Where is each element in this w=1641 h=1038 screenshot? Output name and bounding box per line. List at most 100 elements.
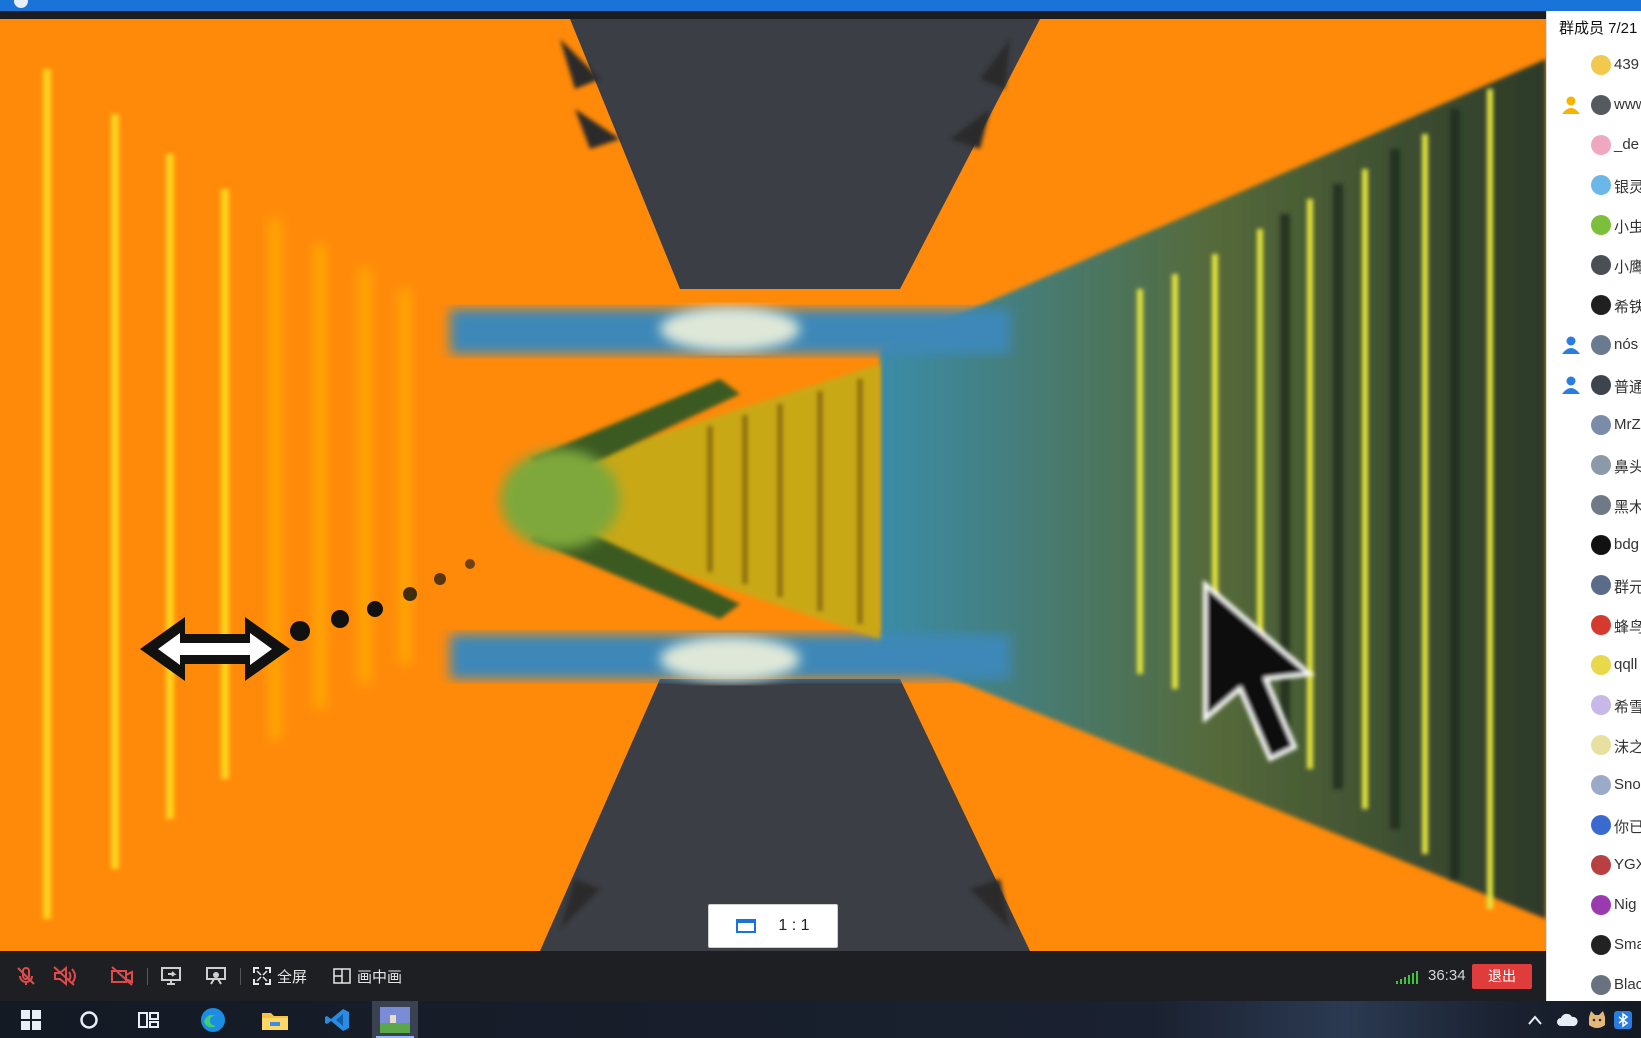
game-app-button[interactable] — [372, 1001, 418, 1038]
member-name: 小鹰 — [1614, 259, 1641, 276]
camera-toggle-button[interactable] — [110, 951, 134, 1001]
member-avatar — [1591, 55, 1611, 75]
member-name: 黑木 — [1614, 499, 1641, 516]
member-name: 439 — [1614, 56, 1640, 73]
member-avatar — [1591, 695, 1611, 715]
member-avatar — [1591, 615, 1611, 635]
member-avatar — [1591, 455, 1611, 475]
call-timer: 36:34 — [1428, 967, 1466, 984]
member-name: Blac — [1614, 976, 1641, 993]
onedrive-button[interactable] — [1556, 1001, 1578, 1038]
member-name: MrZ — [1614, 416, 1641, 433]
member-item[interactable]: 沫之 — [1547, 731, 1641, 761]
member-item[interactable]: Sma — [1547, 931, 1641, 961]
meeting-control-bar: 全屏 画中画 36:34 退出 — [0, 951, 1546, 1001]
task-view-icon — [138, 1011, 159, 1028]
member-item[interactable]: 鼻头 — [1547, 451, 1641, 481]
member-name: nós — [1614, 336, 1639, 353]
mic-toggle-button[interactable] — [15, 951, 37, 1001]
member-avatar — [1591, 295, 1611, 315]
screen-share-button[interactable] — [160, 951, 182, 1001]
member-item[interactable]: Nig — [1547, 891, 1641, 921]
presentation-icon — [206, 967, 226, 985]
divider — [240, 968, 241, 985]
aspect-ratio-label: 1 : 1 — [778, 917, 810, 934]
member-name: 银灵 — [1614, 179, 1641, 196]
member-name: Sma — [1614, 936, 1641, 953]
admin-badge-icon — [1562, 376, 1580, 394]
member-avatar — [1591, 255, 1611, 275]
video-stream[interactable]: 1 : 1 — [0, 19, 1546, 951]
fullscreen-label: 全屏 — [277, 968, 308, 986]
vscode-icon — [325, 1008, 349, 1031]
edge-button[interactable] — [190, 1001, 236, 1038]
screen-share-icon — [161, 967, 181, 985]
member-name: Sno — [1614, 776, 1641, 793]
file-explorer-button[interactable] — [252, 1001, 298, 1038]
presentation-button[interactable] — [205, 951, 227, 1001]
vscode-button[interactable] — [314, 1001, 360, 1038]
fullscreen-button[interactable]: 全屏 — [253, 951, 307, 1001]
member-name: qqll — [1614, 656, 1638, 673]
member-item[interactable]: qqll — [1547, 651, 1641, 681]
member-item[interactable]: www — [1547, 91, 1641, 121]
bluetooth-icon — [1614, 1010, 1632, 1029]
member-avatar — [1591, 655, 1611, 675]
member-avatar — [1591, 815, 1611, 835]
aspect-ratio-button[interactable]: 1 : 1 — [708, 904, 838, 948]
member-avatar — [1591, 535, 1611, 555]
cat-app-button[interactable] — [1586, 1001, 1608, 1038]
member-item[interactable]: 黑木 — [1547, 491, 1641, 521]
member-name: 鼻头 — [1614, 459, 1641, 476]
member-panel: 群成员 7/21 439 www _de 银灵小虫小鹰希铁 nós 普通 MrZ 鼻头黑木 bd… — [1546, 11, 1641, 1001]
member-item[interactable]: Sno — [1547, 771, 1641, 801]
tray-overflow-button[interactable] — [1527, 1001, 1543, 1038]
member-avatar — [1591, 495, 1611, 515]
bluetooth-button[interactable] — [1614, 1001, 1632, 1038]
member-item[interactable]: 小虫 — [1547, 211, 1641, 241]
exit-button[interactable]: 退出 — [1472, 964, 1532, 989]
member-name: 希铁 — [1614, 299, 1641, 316]
member-item[interactable]: 银灵 — [1547, 171, 1641, 201]
member-item[interactable]: 439 — [1547, 51, 1641, 81]
windows-taskbar — [0, 1001, 1641, 1038]
top-divider — [0, 11, 1546, 19]
member-item[interactable]: bdg — [1547, 531, 1641, 561]
member-name: 小虫 — [1614, 219, 1641, 236]
member-item[interactable]: 希铁 — [1547, 291, 1641, 321]
task-view-button[interactable] — [126, 1001, 172, 1038]
member-avatar — [1591, 855, 1611, 875]
member-name: YGX — [1614, 856, 1641, 873]
member-item[interactable]: MrZ — [1547, 411, 1641, 441]
member-item[interactable]: 蜂鸟 — [1547, 611, 1641, 641]
fullscreen-icon — [253, 967, 271, 985]
member-item[interactable]: 你已 — [1547, 811, 1641, 841]
file-explorer-icon — [262, 1012, 288, 1030]
member-item[interactable]: 群元 — [1547, 571, 1641, 601]
member-item[interactable]: nós — [1547, 331, 1641, 361]
member-item[interactable]: 小鹰 — [1547, 251, 1641, 281]
member-avatar — [1591, 375, 1611, 395]
camera-off-icon — [111, 966, 133, 986]
member-item[interactable]: 普通 — [1547, 371, 1641, 401]
member-avatar — [1591, 175, 1611, 195]
window-icon — [736, 919, 757, 933]
member-item[interactable]: _de — [1547, 131, 1641, 161]
member-name: 群元 — [1614, 579, 1641, 596]
cloud-icon — [1557, 1013, 1578, 1026]
admin-badge-icon — [1562, 336, 1580, 354]
member-avatar — [1591, 215, 1611, 235]
start-icon — [21, 1009, 41, 1030]
member-avatar — [1591, 975, 1611, 995]
member-item[interactable]: YGX — [1547, 851, 1641, 881]
picture-in-picture-label: 画中画 — [357, 968, 403, 986]
divider — [147, 968, 148, 985]
member-item[interactable]: 希雪 — [1547, 691, 1641, 721]
search-button[interactable] — [66, 1001, 112, 1038]
speaker-muted-icon — [53, 965, 76, 987]
speaker-toggle-button[interactable] — [52, 951, 78, 1001]
member-item[interactable]: Blac — [1547, 971, 1641, 1001]
chevron-up-icon — [1528, 1014, 1542, 1025]
start-button[interactable] — [8, 1001, 54, 1038]
picture-in-picture-button[interactable]: 画中画 — [333, 951, 402, 1001]
